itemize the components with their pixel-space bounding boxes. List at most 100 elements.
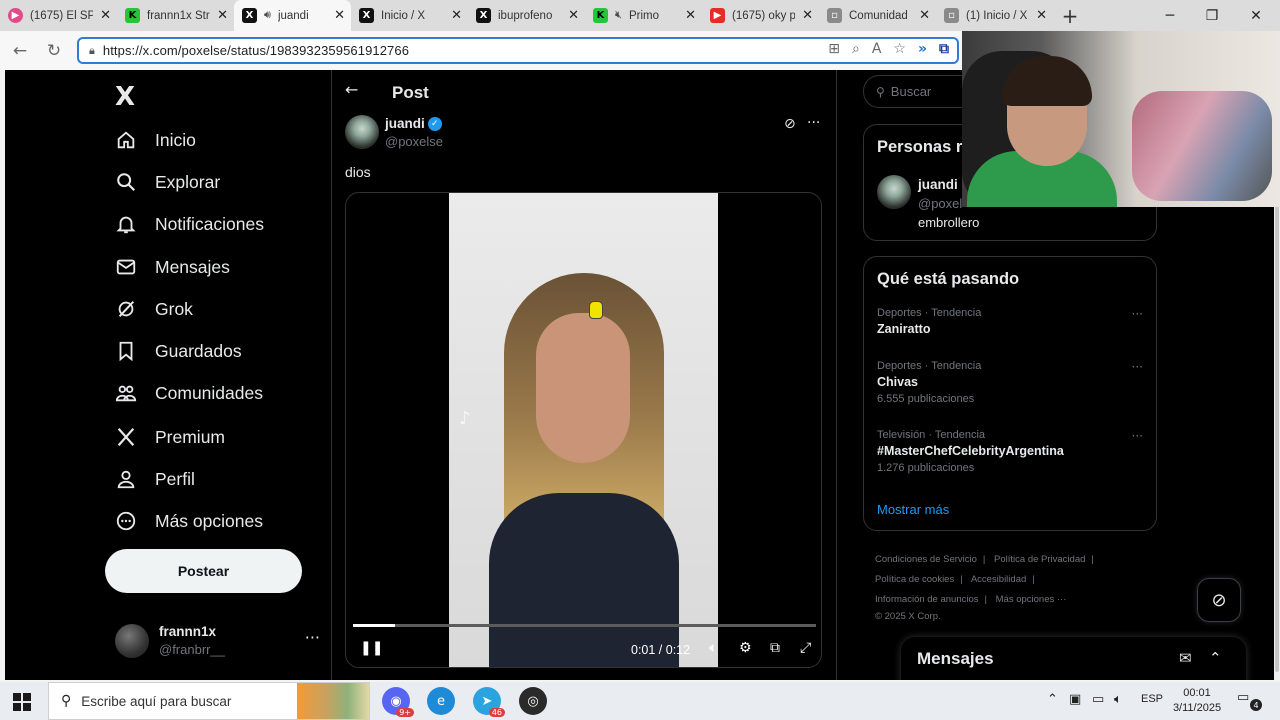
close-tab-icon[interactable]: ✕ [802,8,813,23]
muted-speaker-icon[interactable]: 🔇︎ [615,9,622,22]
new-tab-button[interactable]: + [1053,0,1087,31]
browser-tab[interactable]: ▶ (1675) oky p ✕ [702,0,819,31]
reload-button[interactable]: ↻ [42,39,66,63]
more-horizontal-icon[interactable]: ··· [1132,307,1143,321]
volume-icon[interactable]: 🔈︎ [1114,692,1122,707]
account-switcher[interactable]: frannn1x @franbrr__ ··· [115,618,320,662]
picture-in-picture-icon[interactable]: ⧉ [770,640,780,656]
sidebar-item-explorar[interactable]: Explorar [115,165,220,199]
app-available-icon[interactable]: ⊞ [828,41,840,57]
minimize-button[interactable]: ─ [1148,0,1192,31]
close-tab-icon[interactable]: ✕ [100,8,111,23]
grok-float-button[interactable]: ⊘ [1197,578,1241,622]
sidebar-item-inicio[interactable]: Inicio [115,123,196,157]
scrollbar-thumb[interactable] [1275,202,1279,672]
close-tab-icon[interactable]: ✕ [217,8,228,23]
close-window-button[interactable]: ✕ [1234,0,1278,31]
windows-start-icon[interactable] [13,693,31,711]
video-progress-fill [353,624,395,627]
trend-item[interactable]: Deportes · Tendencia Zaniratto ··· [877,307,1147,336]
author-name[interactable]: juandi ✓ [385,116,442,131]
edge-icon[interactable]: e [427,687,455,715]
messages-drawer[interactable]: Mensajes ✉ ⌃ [901,637,1246,680]
browser-tab[interactable]: ▫ Comunidad ✕ [819,0,936,31]
browser-tab[interactable]: ▫ (1) Inicio / X ✕ [936,0,1053,31]
author-avatar[interactable] [345,115,379,149]
more-horizontal-icon[interactable]: ··· [305,628,320,647]
obs-icon[interactable]: ◎ [519,687,547,715]
more-horizontal-icon[interactable]: ··· [1132,429,1143,443]
extension-icon[interactable]: ⧉ [939,41,949,57]
sidebar-item-premium[interactable]: Premium [115,420,225,454]
network-icon[interactable]: ▭ [1092,692,1104,707]
more-horizontal-icon[interactable]: ··· [807,115,820,131]
language-indicator[interactable]: ESP [1141,693,1163,705]
close-tab-icon[interactable]: ✕ [1036,8,1047,23]
chevron-up-icon[interactable]: ⌃ [1047,692,1058,707]
browser-tab[interactable]: X Inicio / X ✕ [351,0,468,31]
sidebar-item-comunidades[interactable]: Comunidades [115,376,263,410]
volume-icon[interactable]: 🔈︎ [709,640,717,656]
sidebar-item-perfil[interactable]: Perfil [115,462,195,496]
post-button[interactable]: Postear [105,549,302,593]
fullscreen-icon[interactable]: ⤢ [800,640,811,656]
x-logo[interactable]: X [115,82,135,112]
trend-item[interactable]: Deportes · Tendencia Chivas 6.555 public… [877,360,1147,405]
browser-tab[interactable]: K frannn1x Str ✕ [117,0,234,31]
footer-link[interactable]: Condiciones de Servicio [875,554,977,565]
favorite-star-icon[interactable]: ☆ [893,41,906,57]
video-player[interactable]: ♪ ❚❚ 0:01 / 0:12 🔈︎ ⚙ ⧉ ⤢ [345,192,822,668]
close-tab-icon[interactable]: ✕ [685,8,696,23]
tray-app-icon[interactable]: ▣ [1069,692,1081,707]
trend-item[interactable]: Televisión · Tendencia #MasterChefCelebr… [877,429,1147,474]
sidebar-item-mensajes[interactable]: Mensajes [115,250,230,284]
video-frame[interactable]: ♪ [449,193,718,667]
footer-link[interactable]: Política de Privacidad [994,554,1085,565]
footer-link[interactable]: Información de anuncios [875,594,979,605]
avatar[interactable] [877,175,911,209]
url-text: https://x.com/poxelse/status/19839323595… [102,43,410,58]
pause-icon[interactable]: ❚❚ [360,640,383,656]
close-tab-icon[interactable]: ✕ [568,8,579,23]
clock[interactable]: 00:01 3/11/2025 [1168,686,1226,716]
sidebar-item-notificaciones[interactable]: Notificaciones [115,207,264,241]
telegram-icon[interactable]: ➤ 46 [473,687,505,717]
zoom-icon[interactable]: ⌕ [852,41,860,57]
discord-icon[interactable]: ◉ 9+ [382,687,414,717]
taskbar-search-input[interactable]: ⚲ Escribe aquí para buscar [48,682,370,720]
browser-tab[interactable]: ▶ (1675) El SPI ✕ [0,0,117,31]
notification-center-icon[interactable]: ▭ 4 [1237,690,1262,711]
sidebar-item-guardados[interactable]: Guardados [115,334,242,368]
footer-link[interactable]: Más opciones ··· [996,594,1067,605]
back-arrow-icon[interactable]: ← [345,80,358,99]
show-more-link[interactable]: Mostrar más [877,502,949,517]
author-handle[interactable]: @poxelse [385,134,443,149]
maximize-button[interactable]: ❐ [1190,0,1234,31]
video-progress-bar[interactable] [353,624,816,627]
close-tab-icon[interactable]: ✕ [919,8,930,23]
back-button[interactable]: ← [8,39,32,63]
sidebar-item-grok[interactable]: Grok [115,292,193,326]
more-horizontal-icon[interactable]: ··· [1132,360,1143,374]
column-divider [331,70,332,680]
address-bar[interactable]: 🔒︎ https://x.com/poxelse/status/19839323… [77,37,959,64]
browser-tab[interactable]: X ibuprofeno ✕ [468,0,585,31]
browser-tab[interactable]: K 🔇︎ Primo ✕ [585,0,702,31]
search-icon: ⚲ [876,84,885,99]
sidebar-item-mas-opciones[interactable]: Más opciones [115,504,263,538]
grok-explain-icon[interactable]: ⊘ [784,116,796,132]
chevron-up-icon[interactable]: ⌃ [1209,649,1222,667]
person-name[interactable]: juandi [918,177,958,192]
close-tab-icon[interactable]: ✕ [334,8,345,23]
new-message-icon[interactable]: ✉ [1179,649,1192,667]
extension-icon[interactable]: » [918,41,927,57]
read-aloud-icon[interactable]: A [872,41,882,57]
footer-link[interactable]: Política de cookies [875,574,954,585]
browser-tab-active[interactable]: X 🔊︎ juandi ✕ [234,0,351,31]
settings-gear-icon[interactable]: ⚙ [739,640,752,656]
footer-link[interactable]: Accesibilidad [971,574,1026,585]
close-tab-icon[interactable]: ✕ [451,8,462,23]
person-handle[interactable]: @poxel [918,196,962,211]
speaker-icon[interactable]: 🔊︎ [264,9,271,22]
tab-title: (1) Inicio / X [966,9,1028,22]
